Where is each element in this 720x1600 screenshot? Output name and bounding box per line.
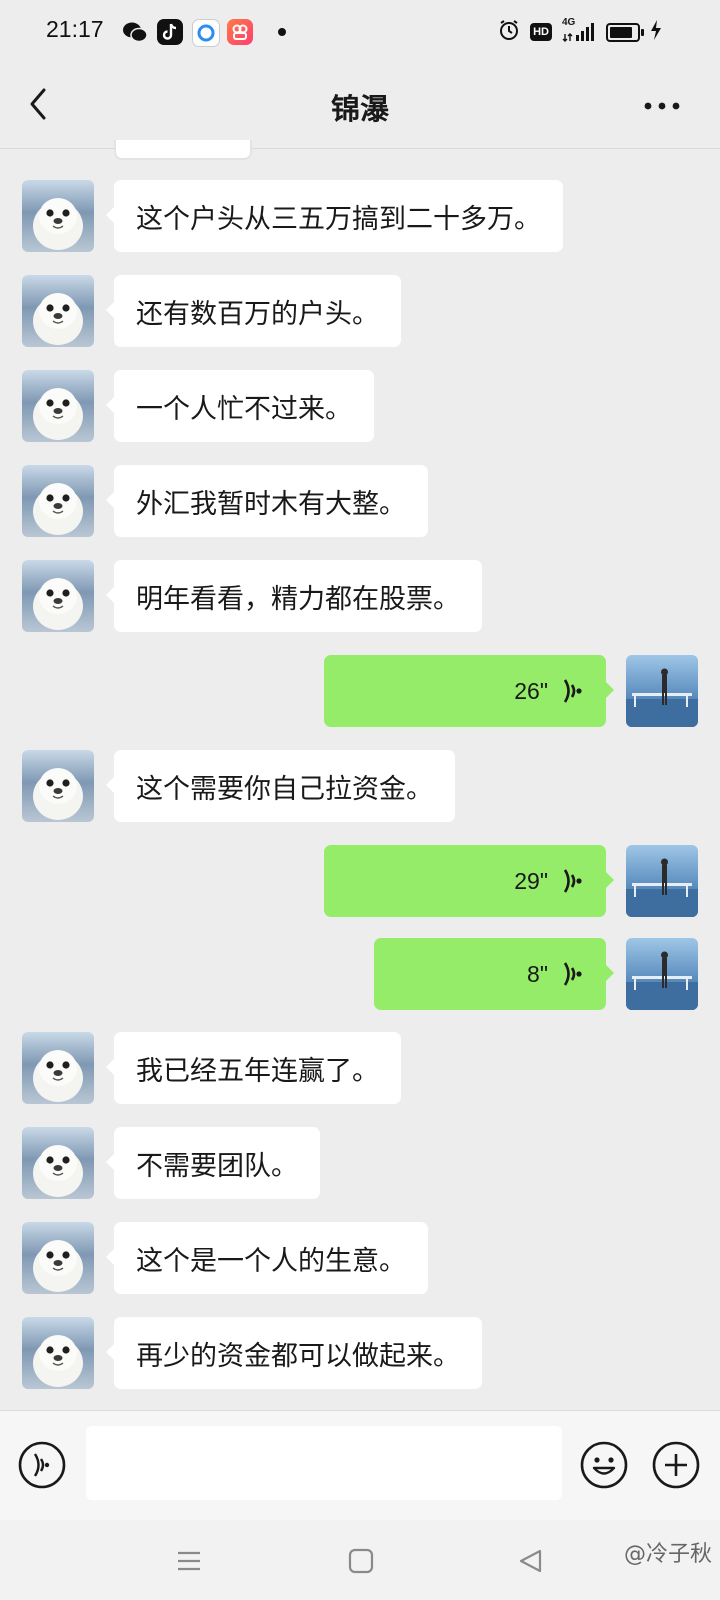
voice-mode-icon[interactable] bbox=[18, 1441, 66, 1489]
avatar-self[interactable] bbox=[626, 655, 698, 727]
more-dots-icon[interactable] bbox=[642, 88, 682, 124]
message-bubble[interactable]: 外汇我暂时木有大整。 bbox=[106, 465, 428, 537]
message-bubble[interactable]: 再少的资金都可以做起来。 bbox=[106, 1317, 482, 1389]
message-bubble[interactable]: 明年看看，精力都在股票。 bbox=[106, 560, 482, 632]
kuaishou-icon bbox=[227, 19, 253, 45]
watermark: @冷子秋 bbox=[623, 1542, 712, 1567]
voice-wave-icon bbox=[563, 869, 582, 893]
hd-badge: HD bbox=[530, 23, 552, 41]
message-bubble[interactable]: 这个是一个人的生意。 bbox=[106, 1222, 428, 1294]
avatar-contact[interactable] bbox=[22, 750, 94, 822]
charging-icon bbox=[650, 19, 662, 45]
avatar-contact[interactable] bbox=[22, 180, 94, 252]
avatar-contact[interactable] bbox=[22, 275, 94, 347]
avatar-self[interactable] bbox=[626, 938, 698, 1010]
home-icon[interactable] bbox=[344, 1544, 378, 1578]
avatar-contact[interactable] bbox=[22, 1222, 94, 1294]
chat-header: 锦瀑 bbox=[0, 64, 720, 149]
voice-duration: 8" bbox=[527, 960, 548, 987]
status-bar: 21:17 HD 4G bbox=[0, 0, 720, 64]
menu-icon[interactable] bbox=[172, 1544, 206, 1578]
message-bubble[interactable]: 这个户头从三五万搞到二十多万。 bbox=[106, 180, 563, 252]
system-nav-bar bbox=[0, 1520, 720, 1600]
signal-icon: 4G bbox=[562, 17, 596, 44]
battery-icon bbox=[606, 22, 644, 42]
avatar-contact[interactable] bbox=[22, 1317, 94, 1389]
voice-duration: 26" bbox=[514, 677, 548, 704]
more-notifications-dot bbox=[278, 28, 286, 36]
avatar-self[interactable] bbox=[626, 845, 698, 917]
voice-message-bubble[interactable]: 29" bbox=[324, 845, 614, 917]
voice-message-bubble[interactable]: 8" bbox=[374, 938, 614, 1010]
message-bubble[interactable]: 一个人忙不过来。 bbox=[106, 370, 374, 442]
message-bubble[interactable]: 我已经五年连赢了。 bbox=[106, 1032, 401, 1104]
message-bubble[interactable]: 这个需要你自己拉资金。 bbox=[106, 750, 455, 822]
alarm-icon bbox=[498, 19, 520, 45]
plus-icon[interactable] bbox=[652, 1441, 700, 1489]
voice-wave-icon bbox=[563, 962, 582, 986]
chat-title: 锦瀑 bbox=[330, 92, 389, 126]
browser-icon bbox=[192, 19, 220, 47]
previous-message-peek bbox=[114, 140, 252, 160]
chat-input-bar bbox=[0, 1410, 720, 1521]
voice-wave-icon bbox=[563, 679, 582, 703]
status-time: 21:17 bbox=[46, 16, 104, 42]
wechat-icon bbox=[122, 19, 148, 45]
message-bubble[interactable]: 不需要团队。 bbox=[106, 1127, 320, 1199]
emoji-icon[interactable] bbox=[580, 1441, 628, 1489]
voice-message-bubble[interactable]: 26" bbox=[324, 655, 614, 727]
avatar-contact[interactable] bbox=[22, 370, 94, 442]
avatar-contact[interactable] bbox=[22, 1032, 94, 1104]
back-triangle-icon[interactable] bbox=[514, 1544, 548, 1578]
avatar-contact[interactable] bbox=[22, 1127, 94, 1199]
avatar-contact[interactable] bbox=[22, 465, 94, 537]
douyin-icon bbox=[157, 19, 183, 45]
message-input[interactable] bbox=[86, 1426, 562, 1500]
message-bubble[interactable]: 还有数百万的户头。 bbox=[106, 275, 401, 347]
avatar-contact[interactable] bbox=[22, 560, 94, 632]
voice-duration: 29" bbox=[514, 867, 548, 894]
